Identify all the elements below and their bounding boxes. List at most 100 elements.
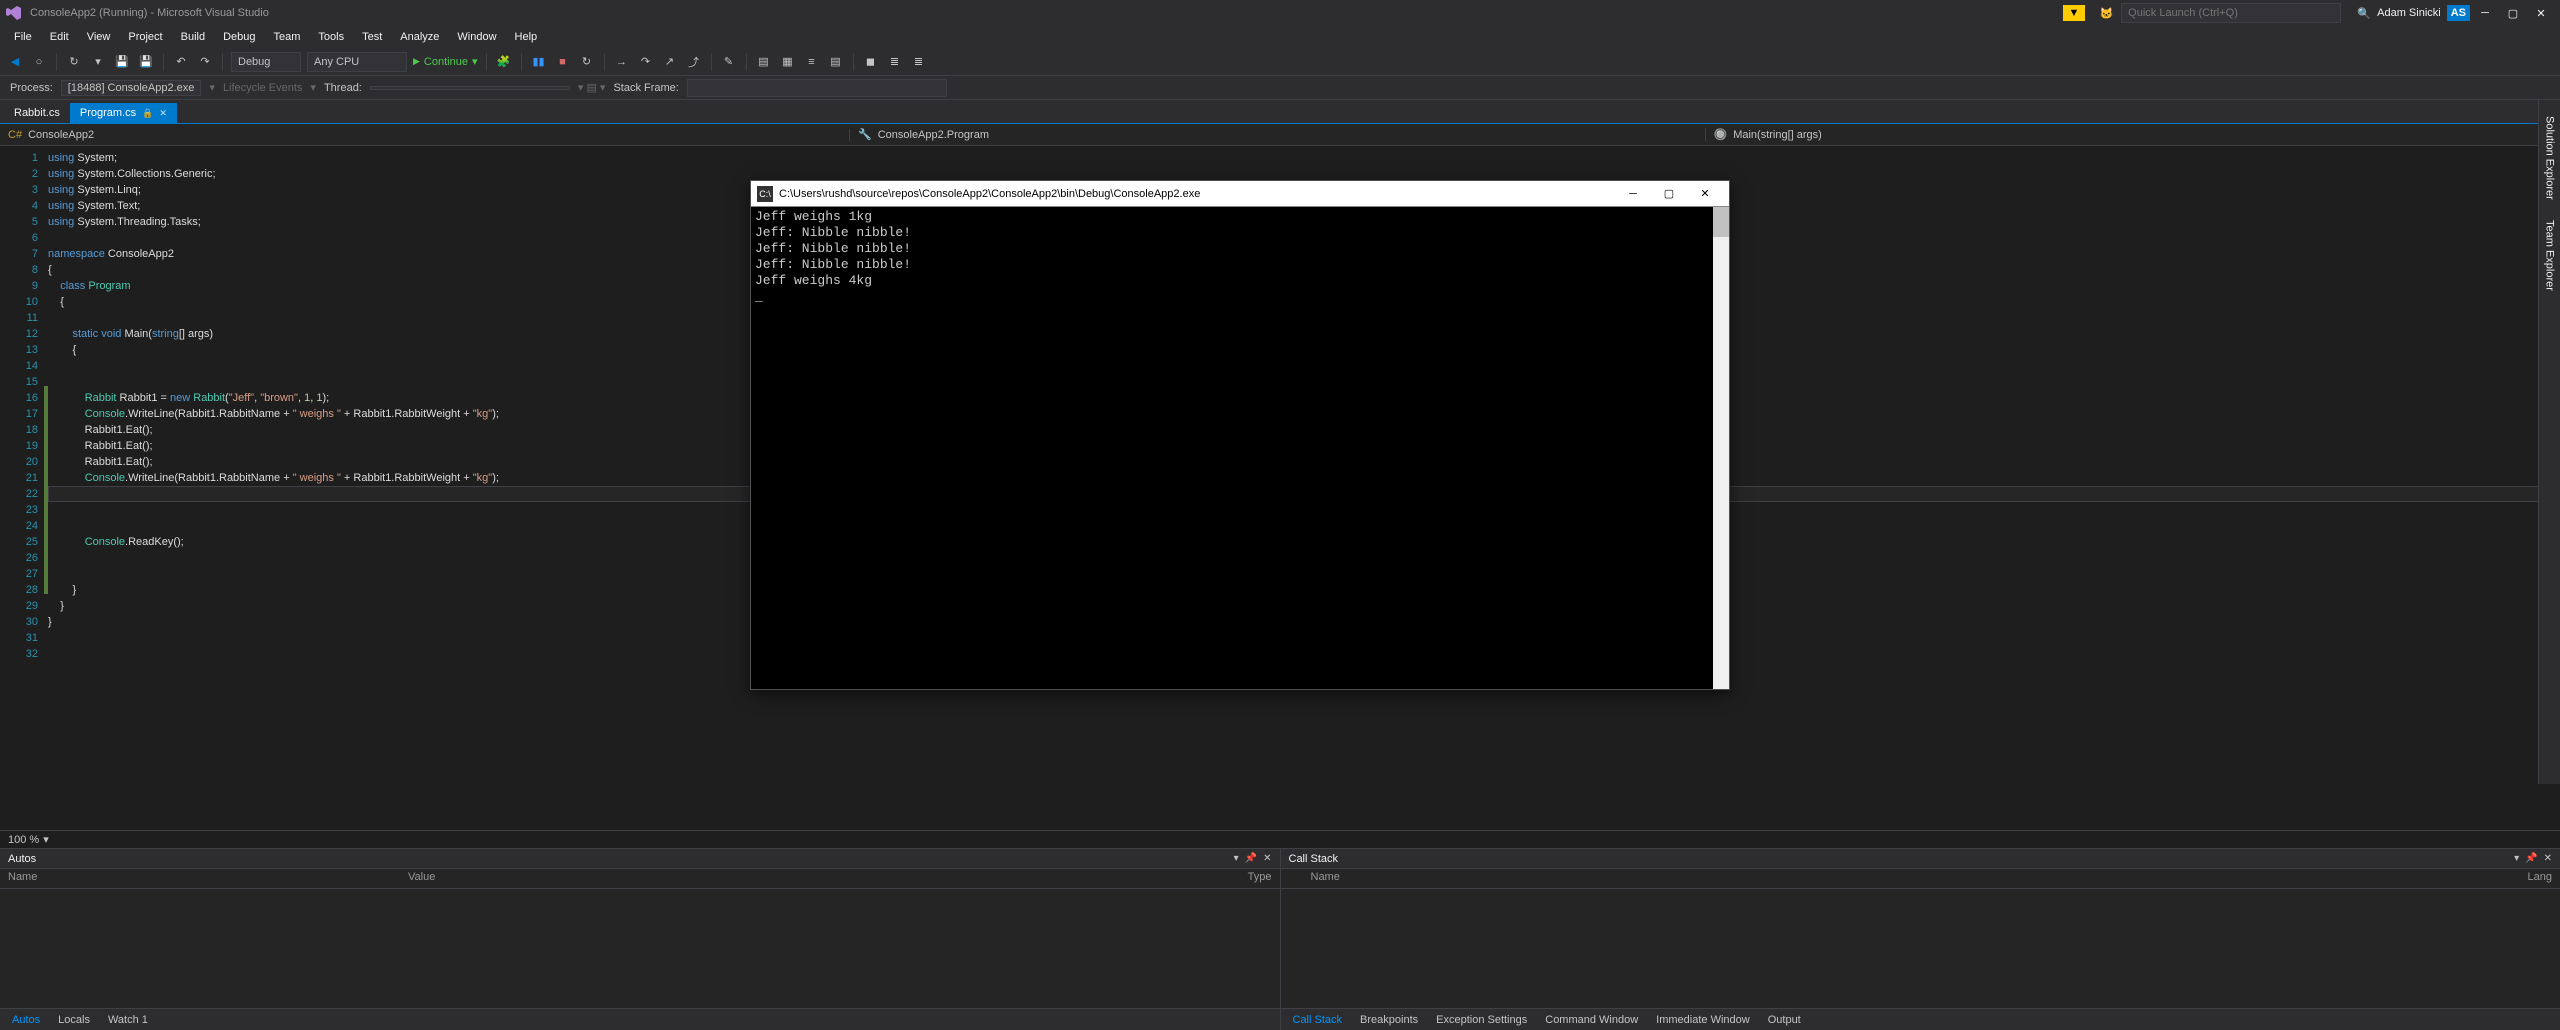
user-name[interactable]: Adam Sinicki <box>2377 7 2441 19</box>
save-icon[interactable]: 💾 <box>113 53 131 71</box>
filter-badge-icon[interactable]: ▼ <box>2063 5 2086 21</box>
nav-fwd-icon[interactable]: ○ <box>30 53 48 71</box>
panel-dropdown-icon[interactable]: ▾ <box>2514 853 2519 864</box>
pause-icon[interactable]: ▮▮ <box>530 53 548 71</box>
step-out-icon[interactable]: ↗ <box>661 53 679 71</box>
misc-icon-6[interactable]: ≣ <box>886 53 904 71</box>
panel-tab[interactable]: Immediate Window <box>1648 1012 1758 1028</box>
side-tab[interactable]: Solution Explorer <box>2542 108 2558 208</box>
file-tab[interactable]: Rabbit.cs <box>4 103 70 123</box>
panel-tab[interactable]: Watch 1 <box>100 1012 156 1028</box>
panel-pin-icon[interactable]: 📌 <box>1245 853 1257 864</box>
new-icon[interactable]: ↻ <box>65 53 83 71</box>
undo-icon[interactable]: ↶ <box>172 53 190 71</box>
console-titlebar[interactable]: C:\ C:\Users\rushd\source\repos\ConsoleA… <box>751 181 1729 207</box>
panel-tab[interactable]: Autos <box>4 1012 48 1028</box>
menu-tools[interactable]: Tools <box>310 29 352 45</box>
console-minimize-icon[interactable]: ─ <box>1615 181 1651 207</box>
menu-edit[interactable]: Edit <box>42 29 77 45</box>
continue-button[interactable]: Continue ▾ <box>413 55 478 68</box>
menu-view[interactable]: View <box>79 29 119 45</box>
class-nav[interactable]: 🔧 ConsoleApp2.Program <box>850 128 1706 141</box>
panel-tab[interactable]: Exception Settings <box>1428 1012 1535 1028</box>
quick-launch-input[interactable] <box>2121 3 2341 23</box>
restart-icon[interactable]: ↻ <box>578 53 596 71</box>
misc-icon-7[interactable]: ≣ <box>910 53 928 71</box>
callstack-body[interactable] <box>1281 889 2560 1008</box>
close-tab-icon[interactable]: ✕ <box>159 108 167 119</box>
autos-body[interactable] <box>0 889 1280 1008</box>
project-nav[interactable]: C# ConsoleApp2 <box>0 129 850 141</box>
thread-dropdown[interactable] <box>370 86 570 90</box>
file-tab[interactable]: Program.cs🔒✕ <box>70 103 177 123</box>
zoom-dropdown-icon[interactable]: ▾ <box>43 833 49 846</box>
panel-pin-icon[interactable]: 📌 <box>2525 853 2537 864</box>
config-dropdown[interactable]: Debug <box>231 52 301 72</box>
step-over-icon[interactable]: ↷ <box>637 53 655 71</box>
redo-icon[interactable]: ↷ <box>196 53 214 71</box>
maximize-icon[interactable]: ▢ <box>2500 3 2526 23</box>
pin-icon[interactable]: 🔒 <box>142 108 153 119</box>
stop-icon[interactable]: ■ <box>554 53 572 71</box>
stackframe-input[interactable] <box>687 79 947 97</box>
lifecycle-label[interactable]: Lifecycle Events <box>223 82 302 94</box>
panel-close-icon[interactable]: ✕ <box>1263 853 1271 864</box>
callstack-col-lang[interactable]: Lang <box>2500 869 2560 888</box>
bookmark-icon[interactable]: ◼ <box>862 53 880 71</box>
misc-icon-5[interactable]: ▤ <box>827 53 845 71</box>
process-dropdown[interactable]: [18488] ConsoleApp2.exe <box>61 80 202 96</box>
misc-icon-2[interactable]: ▤ <box>755 53 773 71</box>
misc-icon-1[interactable]: ✎ <box>720 53 738 71</box>
platform-dropdown[interactable]: Any CPU <box>307 52 407 72</box>
console-scrollbar[interactable] <box>1713 207 1729 689</box>
debug-target-icon[interactable]: 🧩 <box>495 53 513 71</box>
misc-icon-3[interactable]: ▦ <box>779 53 797 71</box>
show-next-icon[interactable]: ⤴ <box>685 53 703 71</box>
console-output[interactable]: Jeff weighs 1kg Jeff: Nibble nibble! Jef… <box>751 207 1729 689</box>
panel-tab[interactable]: Locals <box>50 1012 98 1028</box>
menu-analyze[interactable]: Analyze <box>392 29 447 45</box>
console-maximize-icon[interactable]: ▢ <box>1651 181 1687 207</box>
menu-project[interactable]: Project <box>120 29 170 45</box>
zoom-level[interactable]: 100 % <box>8 834 39 846</box>
menu-file[interactable]: File <box>6 29 40 45</box>
panel-tab[interactable]: Command Window <box>1537 1012 1646 1028</box>
panel-tab[interactable]: Output <box>1760 1012 1809 1028</box>
autos-col-name[interactable]: Name <box>0 869 400 888</box>
console-window[interactable]: C:\ C:\Users\rushd\source\repos\ConsoleA… <box>750 180 1730 690</box>
panel-close-icon[interactable]: ✕ <box>2544 853 2552 864</box>
console-title: C:\Users\rushd\source\repos\ConsoleApp2\… <box>779 188 1200 200</box>
panel-tab[interactable]: Call Stack <box>1285 1012 1351 1028</box>
class-icon: 🔧 <box>858 128 872 141</box>
menu-debug[interactable]: Debug <box>215 29 263 45</box>
menu-build[interactable]: Build <box>173 29 213 45</box>
console-close-icon[interactable]: ✕ <box>1687 181 1723 207</box>
menubar: FileEditViewProjectBuildDebugTeamToolsTe… <box>0 26 2560 48</box>
misc-icon-4[interactable]: ≡ <box>803 53 821 71</box>
side-tab[interactable]: Team Explorer <box>2542 212 2558 299</box>
menu-team[interactable]: Team <box>266 29 309 45</box>
open-icon[interactable]: ▾ <box>89 53 107 71</box>
nav-back-icon[interactable]: ◀ <box>6 53 24 71</box>
autos-tabs: AutosLocalsWatch 1 <box>0 1008 1280 1030</box>
close-icon[interactable]: ✕ <box>2528 3 2554 23</box>
save-all-icon[interactable]: 💾 <box>137 53 155 71</box>
panel-tab[interactable]: Breakpoints <box>1352 1012 1426 1028</box>
method-nav[interactable]: 🔘 Main(string[] args) <box>1706 128 2560 141</box>
step-into-icon[interactable]: → <box>613 53 631 71</box>
menu-help[interactable]: Help <box>507 29 546 45</box>
menu-window[interactable]: Window <box>449 29 504 45</box>
callstack-col-name[interactable]: Name <box>1281 869 2501 888</box>
right-side-tabs: Solution Explorer Team Explorer <box>2538 100 2560 784</box>
notifications-icon[interactable]: 🐱‍ <box>2099 7 2113 20</box>
minimize-icon[interactable]: ─ <box>2472 3 2498 23</box>
panel-dropdown-icon[interactable]: ▾ <box>1234 853 1239 864</box>
stackframe-label: Stack Frame: <box>613 82 678 94</box>
user-avatar[interactable]: AS <box>2447 5 2470 21</box>
csharp-icon: C# <box>8 129 22 141</box>
menu-test[interactable]: Test <box>354 29 390 45</box>
search-icon[interactable]: 🔍 <box>2351 3 2377 23</box>
autos-col-type[interactable]: Type <box>1200 869 1280 888</box>
autos-col-value[interactable]: Value <box>400 869 1200 888</box>
editor-status-strip: 100 % ▾ <box>0 830 2560 848</box>
